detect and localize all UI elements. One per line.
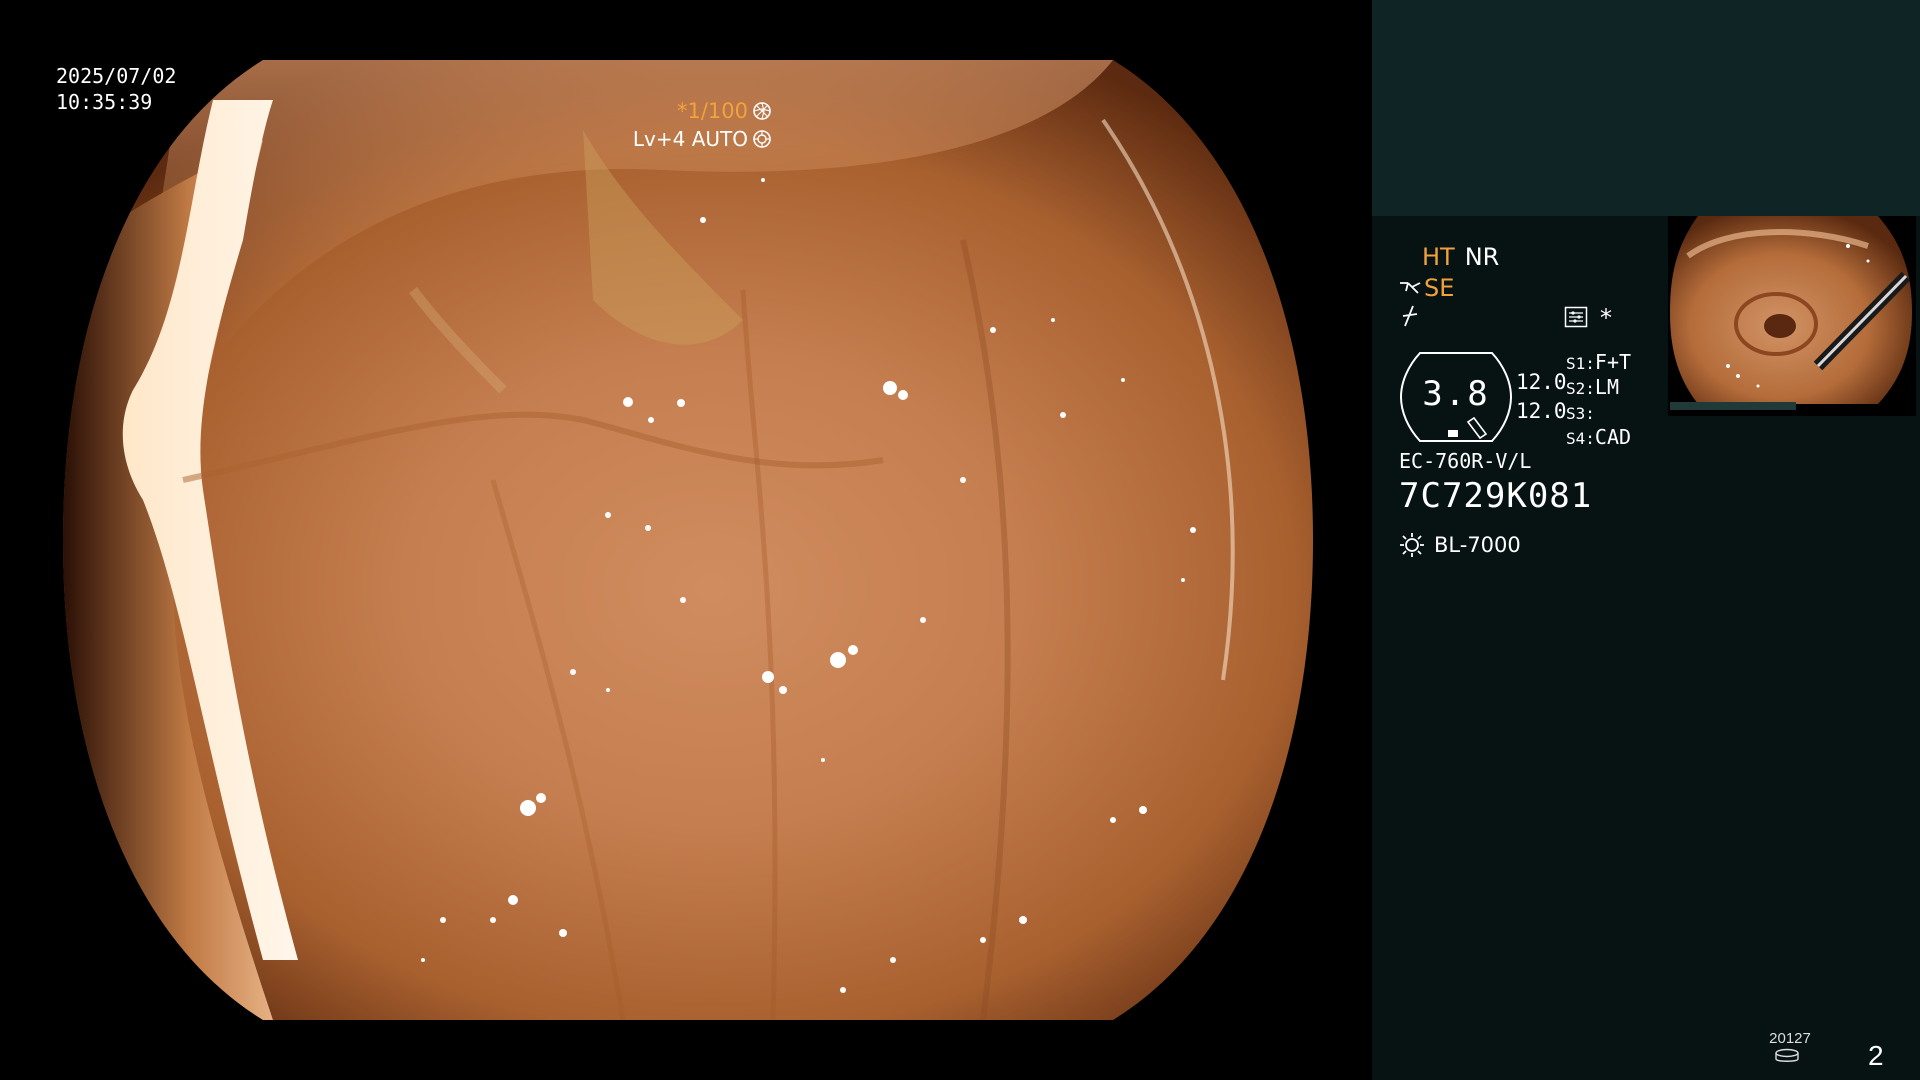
scope-switch-s4: S4:CAD (1566, 425, 1631, 449)
parameter-value-2: 12.0 (1516, 399, 1567, 423)
mode-ht: HT (1422, 243, 1455, 271)
settings-menu-icon (1564, 306, 1588, 328)
light-source-icon (1400, 533, 1424, 557)
endoscope-live-view: 2025/07/02 10:35:39 *1/100 Lv+4 AUTO (0, 0, 1372, 1080)
mode-se: SE (1424, 274, 1455, 302)
captured-image-thumbnail[interactable] (1668, 216, 1916, 416)
scope-serial-number: 7C729K081 (1399, 476, 1593, 516)
s4-value: CAD (1594, 425, 1632, 449)
mode-nr: NR (1464, 243, 1500, 271)
endoscopic-colon-image (63, 60, 1313, 1020)
shutter-speed: *1/100 (676, 99, 748, 123)
page-number: 2 (1868, 1040, 1884, 1071)
parameter-value-1: 12.0 (1516, 370, 1567, 394)
s2-key: S2: (1566, 379, 1595, 398)
s4-key: S4: (1566, 429, 1595, 448)
s2-value: LM (1594, 375, 1619, 399)
freeze-icon (1402, 305, 1418, 327)
storage-disk-icon (1775, 1048, 1799, 1062)
scope-model: EC-760R-V/L (1399, 449, 1532, 473)
zoom-value: 3.8 (1422, 374, 1490, 414)
exposure-level: Lv+4 AUTO (632, 127, 748, 151)
shutter-aperture-icon (753, 102, 771, 120)
scope-switch-s1: S1:F+T (1566, 350, 1631, 374)
structure-enhancement: SE (1398, 274, 1454, 302)
s1-key: S1: (1566, 354, 1595, 373)
scope-tip-icon (1400, 282, 1421, 294)
endoscopy-monitor: 2025/07/02 10:35:39 *1/100 Lv+4 AUTO HT … (0, 0, 1920, 1080)
processor-info-panel: HT NR SE * 3.8 12.0 12.0 S1:F+T S2:LM S3… (1372, 0, 1920, 1080)
scope-switch-s2: S2:LM (1566, 375, 1619, 399)
shutter-indicator: *1/100 (677, 99, 772, 123)
exam-date: 2025/07/02 (56, 64, 177, 88)
auto-exposure-icon (753, 130, 771, 148)
light-source: BL-7000 (1398, 531, 1521, 559)
image-enhancement-modes: HT NR (1422, 243, 1499, 271)
s1-value: F+T (1594, 350, 1632, 374)
exam-time: 10:35:39 (56, 90, 153, 114)
scope-switch-s3: S3: (1566, 400, 1595, 424)
image-counter: 20127 (1769, 1030, 1811, 1047)
exposure-indicator: Lv+4 AUTO (633, 127, 772, 151)
s3-key: S3: (1566, 404, 1595, 423)
light-source-model: BL-7000 (1434, 533, 1521, 557)
info-header-band (1372, 0, 1920, 216)
marker-star: * (1600, 304, 1612, 332)
